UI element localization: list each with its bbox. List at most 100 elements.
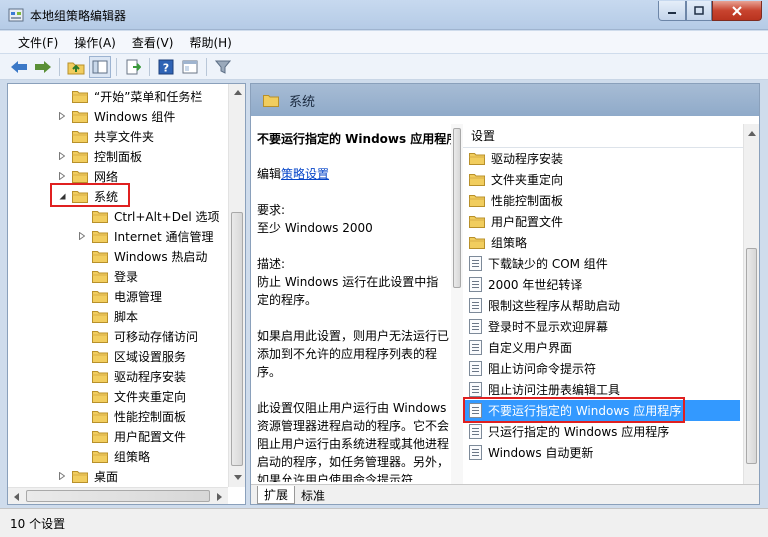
settings-folder-row[interactable]: 组策略 <box>465 232 740 253</box>
expand-arrow-icon[interactable] <box>56 150 68 162</box>
up-folder-button[interactable] <box>65 56 87 78</box>
tree-vertical-scrollbar[interactable] <box>228 84 245 487</box>
tree-horizontal-scrollbar[interactable] <box>8 487 228 504</box>
policy-setting-icon <box>469 445 482 460</box>
tree-item[interactable]: Windows 热启动 <box>76 246 207 266</box>
policy-row[interactable]: 不要运行指定的 Windows 应用程序 <box>465 400 740 421</box>
show-tree-button[interactable] <box>89 55 111 78</box>
tree-item[interactable]: 桌面 <box>56 466 118 486</box>
tree-item[interactable]: Internet 通信管理 <box>76 226 213 246</box>
settings-column-header[interactable]: 设置 <box>463 124 743 148</box>
folder-icon <box>72 90 88 103</box>
scroll-left-icon[interactable] <box>9 489 24 504</box>
list-item-label: 用户配置文件 <box>491 215 564 229</box>
settings-folder-row[interactable]: 驱动程序安装 <box>465 148 740 169</box>
settings-folder-row[interactable]: 性能控制面板 <box>465 190 740 211</box>
edit-policy-line: 编辑策略设置 <box>257 165 450 183</box>
folder-icon <box>92 230 108 243</box>
edit-policy-setting-link[interactable]: 策略设置 <box>281 167 329 181</box>
menu-view[interactable]: 查看(V) <box>126 32 180 53</box>
tree-hscroll-thumb[interactable] <box>26 490 210 502</box>
tree-item-label: 桌面 <box>94 469 119 484</box>
tree-item[interactable]: 控制面板 <box>56 146 142 166</box>
policy-row[interactable]: 下载缺少的 COM 组件 <box>465 253 740 274</box>
close-button[interactable] <box>712 1 762 21</box>
tree-item[interactable]: 登录 <box>76 266 138 286</box>
policy-row[interactable]: 限制这些程序从帮助启动 <box>465 295 740 316</box>
policy-row[interactable]: Windows 自动更新 <box>465 442 740 463</box>
toolbar: ? <box>0 54 768 80</box>
export-list-button[interactable] <box>122 56 144 78</box>
tree-item[interactable]: 脚本 <box>76 306 138 326</box>
menu-help[interactable]: 帮助(H) <box>183 32 237 53</box>
expand-arrow-icon[interactable] <box>56 110 68 122</box>
scroll-up-icon[interactable] <box>230 85 245 100</box>
menu-file[interactable]: 文件(F) <box>12 32 64 53</box>
list-item-label: 不要运行指定的 Windows 应用程序 <box>488 404 682 418</box>
help-button[interactable]: ? <box>155 56 177 78</box>
tree-item[interactable]: 网络 <box>56 166 118 186</box>
policy-row[interactable]: 2000 年世纪转译 <box>465 274 740 295</box>
scroll-down-icon[interactable] <box>230 470 245 485</box>
collapse-arrow-icon[interactable] <box>56 190 68 202</box>
console-tree[interactable]: “开始”菜单和任务栏 Windows 组件 共享文件夹 控制面板 网络 系统 Ctrl+Al… <box>7 83 246 505</box>
list-item-label: 登录时不显示欢迎屏幕 <box>488 320 609 334</box>
settings-folder-row[interactable]: 用户配置文件 <box>465 211 740 232</box>
settings-scroll-thumb[interactable] <box>746 248 757 464</box>
tree-item[interactable]: 区域设置服务 <box>76 346 186 366</box>
tree-item[interactable]: 共享文件夹 <box>56 126 154 146</box>
menu-action[interactable]: 操作(A) <box>68 32 122 53</box>
view-tabs: 扩展 标准 <box>251 484 759 504</box>
settings-scrollbar[interactable] <box>743 124 759 484</box>
expand-arrow-icon[interactable] <box>56 170 68 182</box>
export-list-icon <box>126 59 141 74</box>
tree-vscroll-thumb[interactable] <box>231 212 243 466</box>
tree-item[interactable]: “开始”菜单和任务栏 <box>56 86 202 106</box>
policy-row[interactable]: 阻止访问注册表编辑工具 <box>465 379 740 400</box>
tab-standard[interactable]: 标准 <box>295 486 331 504</box>
toolbar-separator <box>149 57 150 76</box>
policy-row[interactable]: 只运行指定的 Windows 应用程序 <box>465 421 740 442</box>
policy-row[interactable]: 自定义用户界面 <box>465 337 740 358</box>
minimize-button[interactable] <box>658 1 686 21</box>
folder-icon <box>469 215 485 228</box>
tree-item-label: 可移动存储访问 <box>114 329 199 344</box>
tree-item[interactable]: Windows 组件 <box>56 106 175 126</box>
tree-item[interactable]: 可移动存储访问 <box>76 326 198 346</box>
tree-item[interactable]: 组策略 <box>76 446 150 466</box>
window-title: 本地组策略编辑器 <box>30 9 127 23</box>
tree-item[interactable]: 用户配置文件 <box>76 426 186 446</box>
description-paragraph-2: 此设置仅阻止用户运行由 Windows 资源管理器进程启动的程序。它不会阻止用户… <box>257 401 450 482</box>
tree-item[interactable]: 系统 <box>56 186 118 206</box>
expand-arrow-icon[interactable] <box>76 230 88 242</box>
tree-item[interactable]: 性能控制面板 <box>76 406 186 426</box>
description-scroll-thumb[interactable] <box>453 128 461 288</box>
settings-folder-row[interactable]: 文件夹重定向 <box>465 169 740 190</box>
expand-arrow-icon[interactable] <box>56 470 68 482</box>
back-button[interactable] <box>8 56 30 78</box>
tree-item[interactable]: Ctrl+Alt+Del 选项 <box>76 206 219 226</box>
forward-button[interactable] <box>32 56 54 78</box>
tree-item[interactable]: 文件夹重定向 <box>76 386 186 406</box>
properties-button[interactable] <box>179 56 201 78</box>
tree-item-label: “开始”菜单和任务栏 <box>94 89 203 104</box>
policy-row[interactable]: 登录时不显示欢迎屏幕 <box>465 316 740 337</box>
tab-extended[interactable]: 扩展 <box>257 486 296 504</box>
scroll-right-icon[interactable] <box>212 489 227 504</box>
policy-row[interactable]: 阻止访问命令提示符 <box>465 358 740 379</box>
list-item-label: 性能控制面板 <box>491 194 564 208</box>
tree-item[interactable]: 驱动程序安装 <box>76 366 186 386</box>
scroll-up-icon[interactable] <box>744 126 759 141</box>
tree-item-label: 登录 <box>114 269 139 284</box>
svg-text:?: ? <box>163 61 169 74</box>
description-scrollbar[interactable] <box>451 124 463 484</box>
maximize-button[interactable] <box>686 1 712 21</box>
tree-item[interactable]: 电源管理 <box>76 286 162 306</box>
tree-item-label: Internet 通信管理 <box>114 229 214 244</box>
tree-item-label: 文件夹重定向 <box>114 389 187 404</box>
filter-button[interactable] <box>212 56 234 78</box>
